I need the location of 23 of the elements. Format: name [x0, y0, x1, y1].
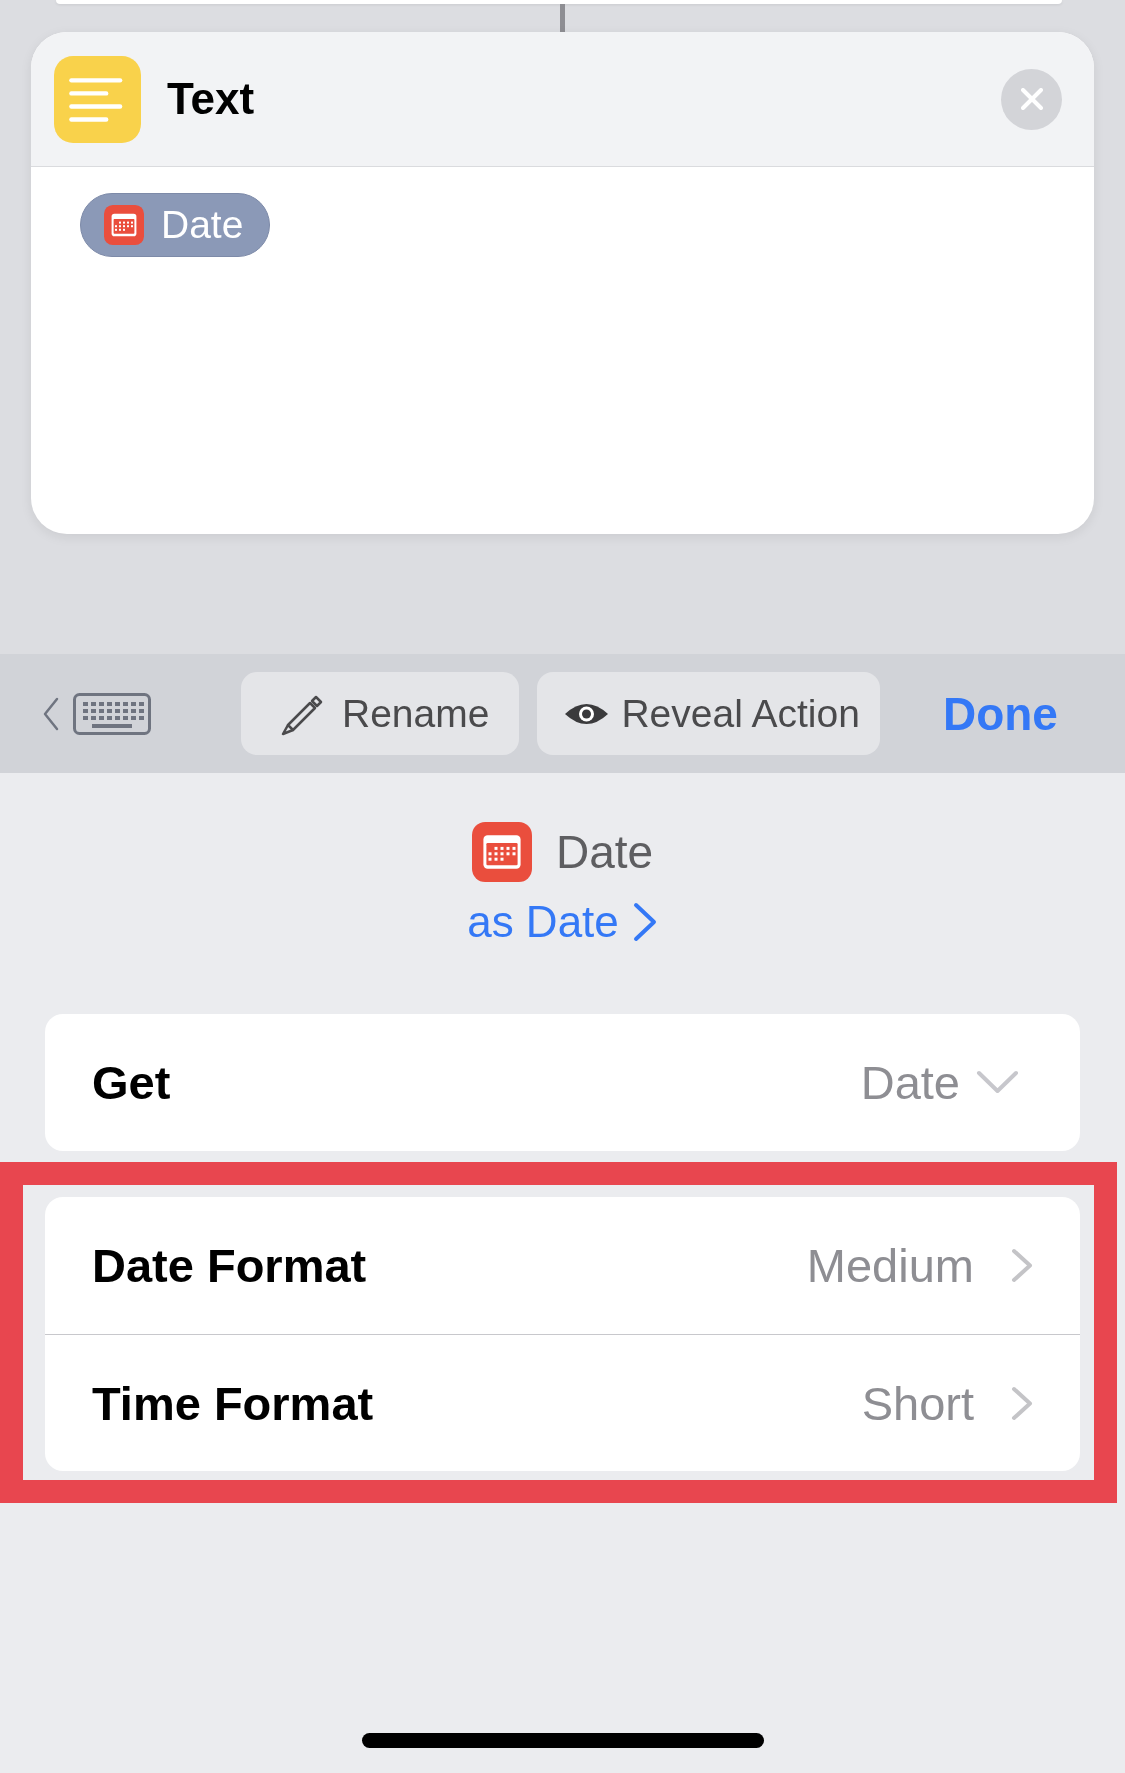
done-button[interactable]: Done — [942, 686, 1058, 741]
setting-label: Time Format — [92, 1375, 375, 1431]
keyboard-icon[interactable] — [73, 692, 151, 735]
calendar-icon — [471, 822, 532, 882]
setting-value[interactable]: Short — [861, 1375, 974, 1431]
variable-name: Date — [555, 825, 654, 879]
type-link[interactable]: as Date — [467, 897, 658, 947]
setting-label: Date Format — [92, 1238, 368, 1293]
chevron-left-icon[interactable] — [42, 696, 59, 731]
variable-token[interactable]: Date — [80, 193, 271, 257]
calendar-icon — [104, 205, 144, 245]
setting-value[interactable]: Medium — [806, 1238, 974, 1293]
close-icon — [1020, 88, 1043, 110]
chevron-right-icon — [632, 902, 658, 942]
setting-value[interactable]: Date — [860, 1055, 960, 1110]
chevron-right-icon — [1011, 1248, 1034, 1283]
text-lines-icon — [54, 55, 141, 143]
card-title: Text — [167, 74, 256, 124]
chevron-right-icon — [1011, 1385, 1034, 1421]
setting-label: Get — [92, 1055, 172, 1110]
rename-button[interactable]: Rename — [241, 672, 520, 755]
chevron-down-icon — [976, 1070, 1019, 1095]
reveal-button[interactable]: Reveal Action — [537, 672, 880, 755]
